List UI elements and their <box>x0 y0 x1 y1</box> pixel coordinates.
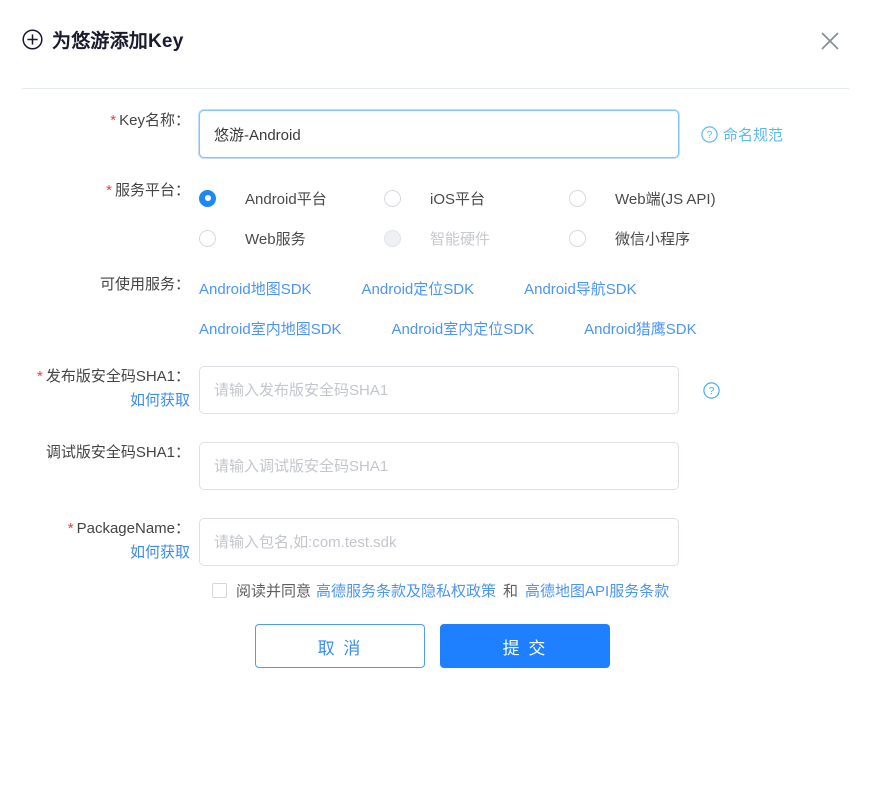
radio-mark-icon <box>569 229 586 247</box>
field-row-services: 可使用服务： Android地图SDK Android定位SDK Android… <box>0 272 871 350</box>
agreement-checkbox[interactable] <box>212 583 227 598</box>
package-name-label-text: PackageName： <box>76 520 190 537</box>
platform-radio-group: Android平台 iOS平台 Web端(JS API) Web服务 智能硬件 … <box>199 178 799 258</box>
radio-android-platform[interactable]: Android平台 <box>199 178 384 218</box>
radio-mark-icon <box>384 189 401 207</box>
radio-label: 智能硬件 <box>430 230 491 248</box>
agreement-row: 阅读并同意 高德服务条款及隐私权政策 和 高德地图API服务条款 <box>212 580 871 601</box>
terms-privacy-link[interactable]: 高德服务条款及隐私权政策 <box>316 580 496 601</box>
package-name-label: * PackageName： 如何获取 <box>0 518 199 566</box>
required-marker: * <box>106 182 112 199</box>
dialog-header: 为悠游添加Key <box>0 0 871 89</box>
service-link-android-navi-sdk[interactable]: Android导航SDK <box>524 270 637 310</box>
dialog-actions: 取 消 提 交 <box>255 624 871 668</box>
radio-web-js-api[interactable]: Web端(JS API) <box>569 178 754 218</box>
field-row-key-name: *Key名称： ? 命名规范 <box>0 110 871 158</box>
cancel-button[interactable]: 取 消 <box>255 624 425 668</box>
service-link-android-map-sdk[interactable]: Android地图SDK <box>199 270 312 310</box>
required-marker: * <box>67 520 74 537</box>
radio-mark-icon <box>199 189 216 207</box>
naming-convention-label: 命名规范 <box>723 126 784 144</box>
dialog-title-text: 为悠游添加Key <box>52 31 184 52</box>
radio-smart-hardware: 智能硬件 <box>384 218 569 258</box>
platform-label: * 服务平台： <box>0 180 199 202</box>
radio-label: Web服务 <box>245 230 306 248</box>
key-name-label: * Key名称： <box>0 110 199 132</box>
service-link-android-indoor-location-sdk[interactable]: Android室内定位SDK <box>392 310 535 350</box>
close-icon[interactable] <box>817 28 843 54</box>
radio-label: 微信小程序 <box>615 230 691 248</box>
add-key-form: *Key名称： ? 命名规范 *服务平台： <box>0 110 871 668</box>
header-divider <box>22 88 849 89</box>
radio-label: iOS平台 <box>430 190 486 208</box>
submit-button[interactable]: 提 交 <box>440 624 610 668</box>
agreement-prefix-text: 阅读并同意 <box>236 583 312 600</box>
api-terms-link[interactable]: 高德地图API服务条款 <box>525 580 669 601</box>
field-row-release-sha1: *发布版安全码SHA1： 如何获取 ? <box>0 366 871 414</box>
key-name-input[interactable] <box>199 110 679 158</box>
platform-label-text: 服务平台： <box>114 182 190 199</box>
release-sha1-input[interactable] <box>199 366 679 414</box>
radio-label: Web端(JS API) <box>615 190 716 208</box>
services-label: 可使用服务： <box>0 274 199 296</box>
radio-ios-platform[interactable]: iOS平台 <box>384 178 569 218</box>
service-link-android-falcon-sdk[interactable]: Android猎鹰SDK <box>584 310 697 350</box>
radio-mark-icon <box>199 229 216 247</box>
add-key-dialog: 为悠游添加Key *Key名称： ? <box>0 0 871 802</box>
required-marker: * <box>36 368 43 385</box>
field-row-package-name: * PackageName： 如何获取 <box>0 518 871 566</box>
question-circle-icon: ? <box>701 125 718 143</box>
release-sha1-label: * 发布版安全码SHA1： 如何获取 <box>0 366 199 414</box>
services-label-text: 可使用服务： <box>99 276 190 293</box>
field-row-platform: * 服务平台： Android平台 iOS平台 Web端(JS API) Web… <box>0 178 871 258</box>
plus-circle-icon <box>22 29 43 50</box>
package-name-how-to-get-link[interactable]: 如何获取 <box>0 540 190 566</box>
naming-convention-link[interactable]: ? 命名规范 <box>701 110 783 158</box>
required-marker: * <box>110 112 117 129</box>
service-link-android-location-sdk[interactable]: Android定位SDK <box>362 270 475 310</box>
package-name-input[interactable] <box>199 518 679 566</box>
key-name-label-text: Key名称： <box>119 112 190 129</box>
svg-text:?: ? <box>707 130 713 141</box>
debug-sha1-label: 调试版安全码SHA1： <box>0 442 199 464</box>
release-sha1-label-text: 发布版安全码SHA1： <box>45 368 190 385</box>
agreement-separator: 和 <box>503 583 519 600</box>
release-sha1-help-button[interactable]: ? <box>703 366 720 414</box>
page-title: 为悠游添加Key <box>22 26 183 53</box>
field-row-debug-sha1: 调试版安全码SHA1： <box>0 442 871 490</box>
debug-sha1-input[interactable] <box>199 442 679 490</box>
question-circle-icon: ? <box>703 381 720 399</box>
radio-mark-icon <box>384 229 401 247</box>
radio-mark-icon <box>569 189 586 207</box>
radio-label: Android平台 <box>245 190 327 208</box>
svg-text:?: ? <box>709 386 715 397</box>
services-link-list: Android地图SDK Android定位SDK Android导航SDK A… <box>199 270 859 350</box>
radio-web-service[interactable]: Web服务 <box>199 218 384 258</box>
release-sha1-how-to-get-link[interactable]: 如何获取 <box>0 388 190 414</box>
service-link-android-indoor-map-sdk[interactable]: Android室内地图SDK <box>199 310 342 350</box>
radio-wechat-miniprogram[interactable]: 微信小程序 <box>569 218 754 258</box>
debug-sha1-label-text: 调试版安全码SHA1： <box>45 444 190 461</box>
